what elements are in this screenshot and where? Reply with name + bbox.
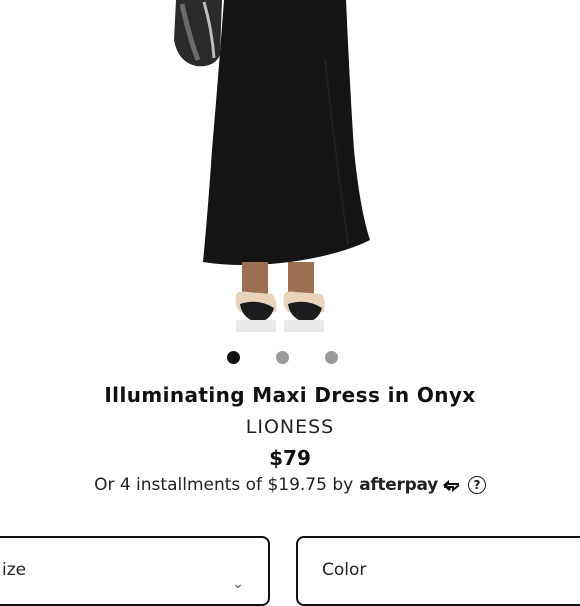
color-select[interactable]: Color: [296, 536, 580, 606]
product-title: Illuminating Maxi Dress in Onyx: [104, 383, 476, 407]
carousel-dot-3[interactable]: [325, 351, 338, 364]
product-image[interactable]: [0, 0, 580, 340]
carousel-dot-1[interactable]: [227, 351, 240, 364]
afterpay-icon: [440, 477, 462, 493]
product-price: $79: [269, 446, 311, 470]
afterpay-logo: afterpay: [359, 475, 438, 495]
installments-row: Or 4 installments of $19.75 by afterpay …: [0, 475, 580, 495]
help-circle-icon[interactable]: ?: [467, 476, 486, 494]
product-photo-illustration: [0, 0, 580, 340]
product-brand[interactable]: LIONESS: [0, 416, 580, 438]
color-select-label: Color: [322, 560, 367, 580]
size-select-label: ize: [2, 560, 27, 580]
carousel-dot-2[interactable]: [276, 351, 289, 364]
size-select[interactable]: ize ⌄: [0, 536, 270, 606]
installments-text: Or 4 installments of $19.75 by: [94, 475, 354, 495]
chevron-down-icon: ⌄: [232, 576, 244, 592]
carousel-indicators: [0, 351, 580, 365]
